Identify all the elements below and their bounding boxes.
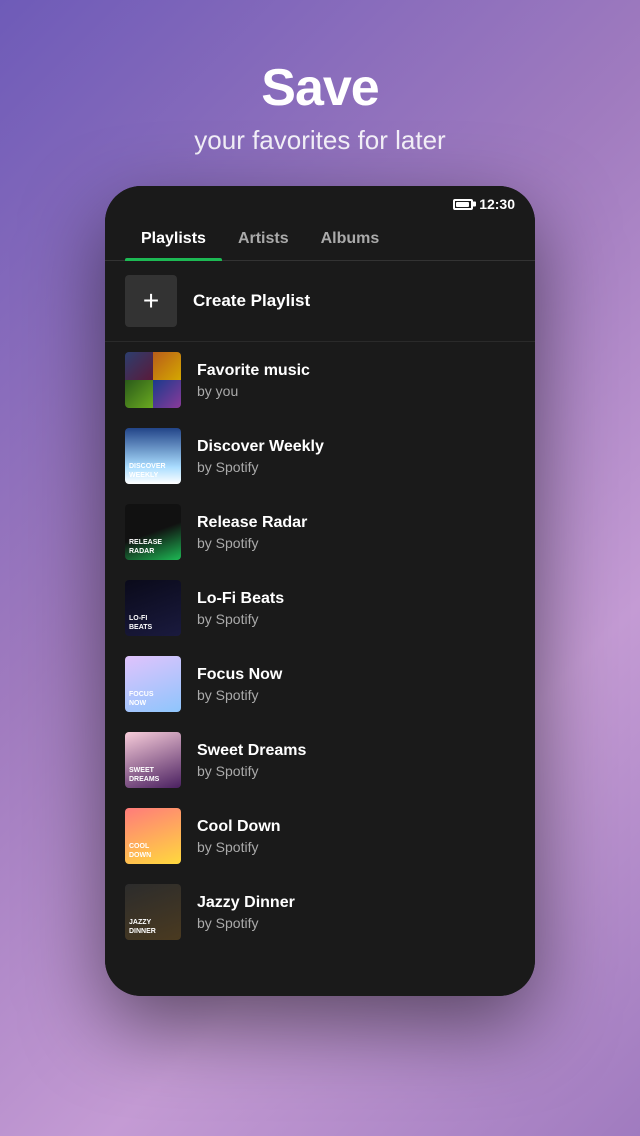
playlist-info: Favorite music by you [197,362,515,399]
playlist-author: by Spotify [197,535,515,551]
list-item[interactable]: FocusNow Focus Now by Spotify [105,646,535,722]
status-time: 12:30 [479,196,515,212]
playlist-author: by Spotify [197,839,515,855]
playlist-author: by Spotify [197,459,515,475]
playlist-name: Focus Now [197,666,515,684]
phone-frame: 12:30 Playlists Artists Albums + Create … [105,186,535,996]
playlist-thumb-focus: FocusNow [125,656,181,712]
create-playlist-button[interactable]: + Create Playlist [105,261,535,342]
hero-section: Save your favorites for later [194,0,445,156]
hero-title: Save [194,60,445,117]
playlist-thumb-discover: DiscoverWeekly [125,428,181,484]
list-item[interactable]: ReleaseRadar Release Radar by Spotify [105,494,535,570]
list-item[interactable]: DiscoverWeekly Discover Weekly by Spotif… [105,418,535,494]
playlist-author: by you [197,383,515,399]
playlist-name: Lo-Fi Beats [197,590,515,608]
playlist-info: Release Radar by Spotify [197,514,515,551]
list-item[interactable]: CoolDown Cool Down by Spotify [105,798,535,874]
list-item[interactable]: SweetDreams Sweet Dreams by Spotify [105,722,535,798]
status-bar: 12:30 [105,186,535,218]
playlist-info: Discover Weekly by Spotify [197,438,515,475]
playlist-name: Discover Weekly [197,438,515,456]
playlist-thumb-sweet: SweetDreams [125,732,181,788]
battery-icon [453,199,473,210]
playlist-info: Jazzy Dinner by Spotify [197,894,515,931]
tab-albums[interactable]: Albums [305,218,396,260]
list-item[interactable]: Lo-FiBeats Lo-Fi Beats by Spotify [105,570,535,646]
playlist-author: by Spotify [197,915,515,931]
playlist-list: + Create Playlist Favorite music by you … [105,261,535,996]
playlist-info: Lo-Fi Beats by Spotify [197,590,515,627]
playlist-name: Release Radar [197,514,515,532]
playlist-thumb-favorite [125,352,181,408]
playlist-thumb-jazzy: JazzyDinner [125,884,181,940]
playlist-thumb-lofi: Lo-FiBeats [125,580,181,636]
list-item[interactable]: Favorite music by you [105,342,535,418]
playlist-thumb-cool: CoolDown [125,808,181,864]
playlist-info: Cool Down by Spotify [197,818,515,855]
playlist-name: Favorite music [197,362,515,380]
tab-artists[interactable]: Artists [222,218,305,260]
playlist-author: by Spotify [197,611,515,627]
create-playlist-label: Create Playlist [193,291,310,311]
playlist-name: Cool Down [197,818,515,836]
playlist-name: Jazzy Dinner [197,894,515,912]
hero-subtitle: your favorites for later [194,125,445,156]
tab-playlists[interactable]: Playlists [125,218,222,260]
playlist-info: Focus Now by Spotify [197,666,515,703]
list-item[interactable]: JazzyDinner Jazzy Dinner by Spotify [105,874,535,950]
playlist-author: by Spotify [197,687,515,703]
playlist-info: Sweet Dreams by Spotify [197,742,515,779]
playlist-author: by Spotify [197,763,515,779]
tabs-bar: Playlists Artists Albums [105,218,535,261]
playlist-name: Sweet Dreams [197,742,515,760]
create-icon: + [125,275,177,327]
playlist-thumb-release: ReleaseRadar [125,504,181,560]
